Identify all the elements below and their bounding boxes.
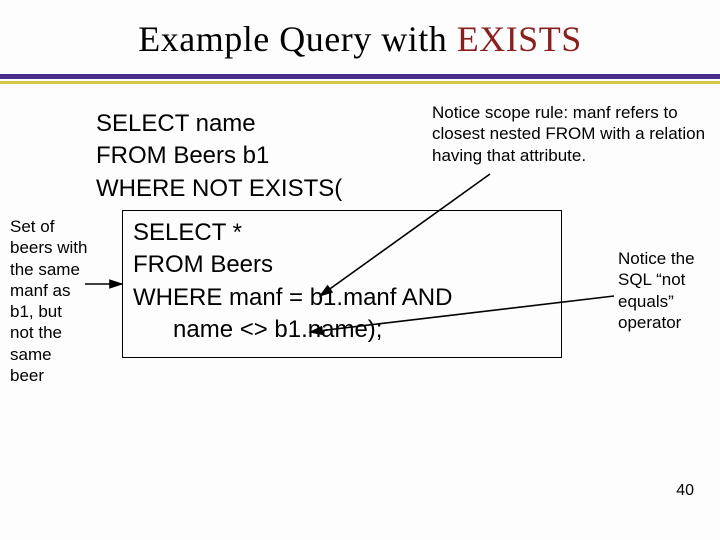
annotation-not-equals: Notice the SQL “not equals” operator: [618, 248, 714, 333]
sql-line: FROM Beers: [133, 249, 551, 281]
sql-line: name <> b1.name);: [133, 314, 551, 346]
annotation-set-of-beers: Set of beers with the same manf as b1, b…: [10, 216, 90, 386]
slide-body: SELECT name FROM Beers b1 WHERE NOT EXIS…: [0, 84, 720, 514]
sql-line: FROM Beers b1: [96, 140, 342, 172]
sql-outer-query: SELECT name FROM Beers b1 WHERE NOT EXIS…: [96, 108, 342, 205]
page-number: 40: [676, 482, 694, 500]
slide: Example Query with EXISTS SELECT name FR…: [0, 0, 720, 540]
sql-line: SELECT *: [133, 217, 551, 249]
sql-line: WHERE manf = b1.manf AND: [133, 282, 551, 314]
slide-title: Example Query with EXISTS: [0, 0, 720, 60]
sql-line: SELECT name: [96, 108, 342, 140]
title-pre: Example Query with: [138, 19, 456, 59]
title-rule: [0, 74, 720, 84]
rule-top: [0, 74, 720, 79]
annotation-scope-rule: Notice scope rule: manf refers to closes…: [432, 102, 712, 166]
title-keyword: EXISTS: [457, 19, 582, 59]
sql-line: WHERE NOT EXISTS(: [96, 173, 342, 205]
sql-subquery-box: SELECT * FROM Beers WHERE manf = b1.manf…: [122, 210, 562, 358]
